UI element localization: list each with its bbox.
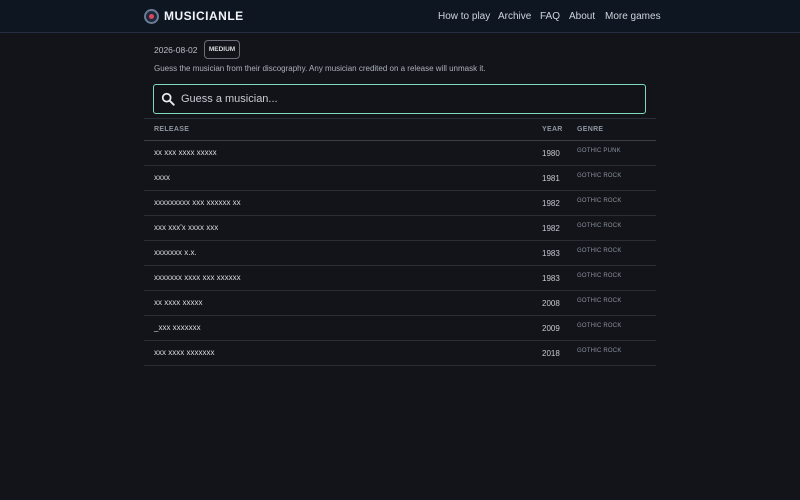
release-year: 1982 [542, 199, 560, 208]
release-title: xxxx [154, 173, 170, 182]
release-genre: GOTHIC ROCK [577, 323, 622, 329]
table-row: xxxx 1981 GOTHIC ROCK [144, 166, 656, 191]
release-title: xxxxxxx x.x. [154, 248, 197, 257]
nav-link-how-to-play[interactable]: How to play [438, 11, 490, 22]
release-title: xxxxxxxxx xxx xxxxxx xx [154, 198, 241, 207]
release-genre: GOTHIC ROCK [577, 348, 622, 354]
release-genre: GOTHIC ROCK [577, 223, 622, 229]
top-navigation-bar: MUSICIANLE How to play Archive FAQ About… [0, 0, 800, 33]
release-year: 2018 [542, 349, 560, 358]
instructions-text: Guess the musician from their discograph… [154, 64, 486, 73]
nav-link-more-games[interactable]: More games [605, 11, 661, 22]
search-box[interactable] [153, 84, 646, 114]
release-genre: GOTHIC ROCK [577, 248, 622, 254]
release-year: 1982 [542, 224, 560, 233]
search-icon [161, 92, 175, 106]
release-title: xx xxx xxxx xxxxx [154, 148, 217, 157]
table-row: xxxxxxxxx xxx xxxxxx xx 1982 GOTHIC ROCK [144, 191, 656, 216]
brand-title[interactable]: MUSICIANLE [164, 9, 244, 23]
table-row: xxx xxxx xxxxxxx 2018 GOTHIC ROCK [144, 341, 656, 366]
release-year: 1981 [542, 174, 560, 183]
column-header-year: YEAR [542, 126, 563, 133]
musician-search-input[interactable] [181, 90, 631, 108]
puzzle-date: 2026-08-02 [154, 45, 198, 55]
release-genre: GOTHIC ROCK [577, 198, 622, 204]
difficulty-badge: MEDIUM [204, 40, 240, 59]
nav-link-about[interactable]: About [569, 11, 595, 22]
table-row: xx xxx xxxx xxxxx 1980 GOTHIC PUNK [144, 141, 656, 166]
divider [144, 118, 656, 119]
vinyl-record-icon[interactable] [144, 9, 159, 24]
release-genre: GOTHIC ROCK [577, 173, 622, 179]
release-genre: GOTHIC ROCK [577, 298, 622, 304]
release-year: 1983 [542, 274, 560, 283]
release-year: 1983 [542, 249, 560, 258]
release-title: xxx xxxx xxxxxxx [154, 348, 215, 357]
release-year: 1980 [542, 149, 560, 158]
table-row: xxx xxx'x xxxx xxx 1982 GOTHIC ROCK [144, 216, 656, 241]
column-header-genre: GENRE [577, 126, 604, 133]
nav-link-archive[interactable]: Archive [498, 11, 531, 22]
release-year: 2009 [542, 324, 560, 333]
release-title: xxxxxxx xxxx xxx xxxxxx [154, 273, 241, 282]
table-row: xxxxxxx xxxx xxx xxxxxx 1983 GOTHIC ROCK [144, 266, 656, 291]
table-row: xx xxxx xxxxx 2008 GOTHIC ROCK [144, 291, 656, 316]
release-year: 2008 [542, 299, 560, 308]
release-title: _xxx xxxxxxx [154, 323, 201, 332]
table-row: _xxx xxxxxxx 2009 GOTHIC ROCK [144, 316, 656, 341]
column-header-release: RELEASE [154, 126, 190, 133]
release-genre: GOTHIC PUNK [577, 148, 621, 154]
release-title: xxx xxx'x xxxx xxx [154, 223, 219, 232]
release-title: xx xxxx xxxxx [154, 298, 203, 307]
table-row: xxxxxxx x.x. 1983 GOTHIC ROCK [144, 241, 656, 266]
nav-link-faq[interactable]: FAQ [540, 11, 560, 22]
release-genre: GOTHIC ROCK [577, 273, 622, 279]
